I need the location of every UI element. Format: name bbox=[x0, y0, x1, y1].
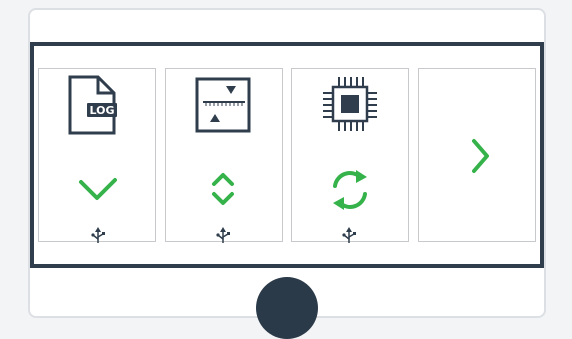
main-screen: LOG bbox=[30, 42, 544, 268]
panel-next[interactable] bbox=[418, 68, 536, 242]
usb-icon bbox=[342, 227, 356, 243]
chevron-right-icon[interactable] bbox=[419, 69, 537, 243]
home-button[interactable] bbox=[256, 277, 318, 339]
panel-range[interactable] bbox=[165, 68, 283, 243]
usb-icon bbox=[216, 227, 230, 243]
panel-chip[interactable] bbox=[291, 68, 409, 243]
usb-icon bbox=[91, 227, 105, 243]
panel-log[interactable]: LOG bbox=[38, 68, 156, 243]
